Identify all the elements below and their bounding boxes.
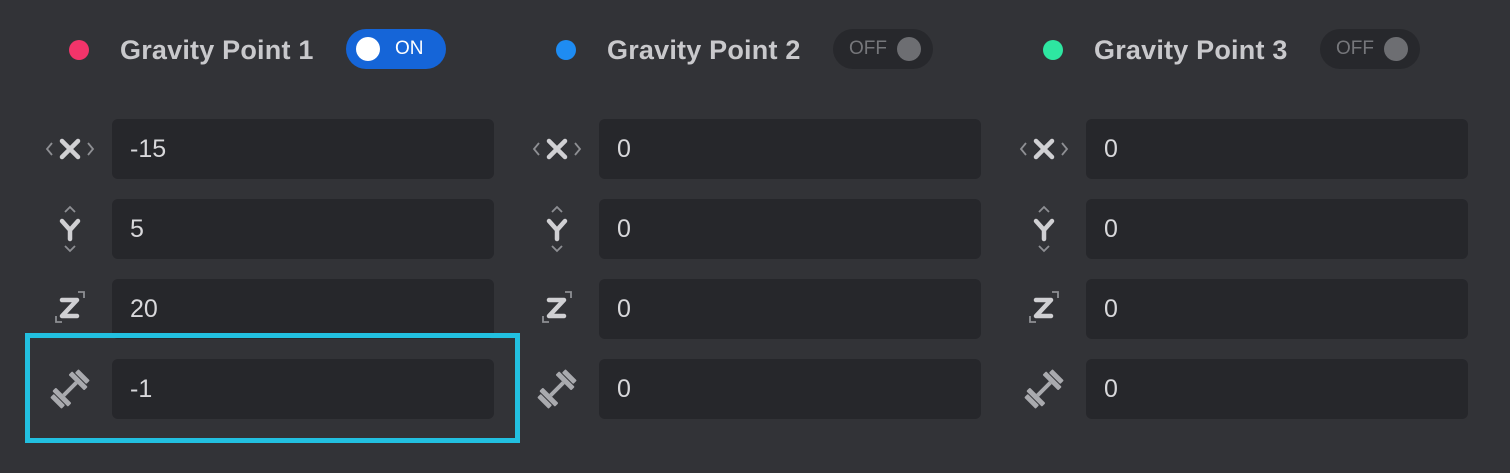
y-axis-icon [1014, 199, 1074, 259]
toggle-label: OFF [1336, 38, 1374, 59]
z-axis-icon [527, 279, 587, 339]
highlight-box [25, 333, 520, 443]
y-axis-icon [40, 199, 100, 259]
gravity-point-2-y-input[interactable]: 0 [599, 199, 981, 259]
gravity-point-3-toggle[interactable]: OFF [1320, 29, 1420, 69]
gravity-point-1-x-input[interactable]: -15 [112, 119, 494, 179]
gravity-point-2-x-input[interactable]: 0 [599, 119, 981, 179]
gravity-point-3-column: Gravity Point 3 OFF 0 0 0 0 [974, 0, 1468, 473]
gravity-point-1-column: Gravity Point 1 ON -15 5 20 -1 [0, 0, 520, 473]
dumbbell-icon [527, 359, 587, 419]
toggle-knob [897, 37, 921, 61]
gravity-point-3-x-input[interactable]: 0 [1086, 119, 1468, 179]
toggle-knob [356, 37, 380, 61]
gravity-point-3-y-input[interactable]: 0 [1086, 199, 1468, 259]
x-axis-icon [527, 119, 587, 179]
gravity-point-2-toggle[interactable]: OFF [833, 29, 933, 69]
gravity-points-panel: Gravity Point 1 ON -15 5 20 -1 Gravity P… [0, 0, 1510, 473]
toggle-label: OFF [849, 38, 887, 59]
gravity-point-3-z-input[interactable]: 0 [1086, 279, 1468, 339]
gravity-point-1-title: Gravity Point 1 [120, 35, 314, 65]
x-axis-icon [1014, 119, 1074, 179]
toggle-knob [1384, 37, 1408, 61]
gravity-point-2-z-input[interactable]: 0 [599, 279, 981, 339]
dumbbell-icon [1014, 359, 1074, 419]
gravity-point-2-strength-input[interactable]: 0 [599, 359, 981, 419]
gravity-point-1-z-input[interactable]: 20 [112, 279, 494, 339]
z-axis-icon [40, 279, 100, 339]
x-axis-icon [40, 119, 100, 179]
gravity-point-2-title: Gravity Point 2 [607, 35, 801, 65]
gravity-point-2-column: Gravity Point 2 OFF 0 0 0 0 [487, 0, 981, 473]
gravity-point-3-title: Gravity Point 3 [1094, 35, 1288, 65]
gravity-point-1-y-input[interactable]: 5 [112, 199, 494, 259]
gravity-point-3-strength-input[interactable]: 0 [1086, 359, 1468, 419]
gravity-point-3-color-dot [1043, 40, 1063, 60]
z-axis-icon [1014, 279, 1074, 339]
y-axis-icon [527, 199, 587, 259]
gravity-point-1-color-dot [69, 40, 89, 60]
gravity-point-2-color-dot [556, 40, 576, 60]
toggle-label: ON [395, 38, 424, 59]
gravity-point-1-toggle[interactable]: ON [346, 29, 446, 69]
